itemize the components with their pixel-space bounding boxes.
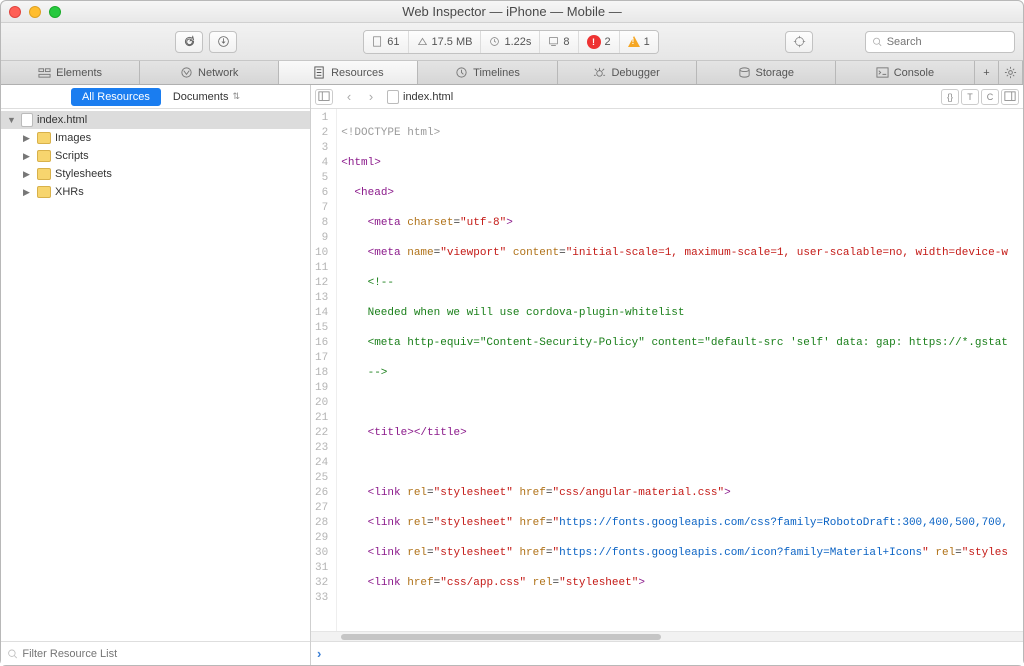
tree-item-scripts[interactable]: ▶Scripts (1, 147, 310, 165)
coverage-button[interactable]: C (981, 89, 999, 105)
search-field[interactable] (865, 31, 1015, 53)
disclosure-arrow-icon[interactable]: ▶ (23, 187, 33, 198)
warning-icon (628, 36, 640, 47)
folder-icon (37, 186, 51, 198)
zoom-icon[interactable] (49, 6, 61, 18)
toolbar: 61 17.5 MB 1.22s 8 !2 1 (1, 23, 1023, 61)
chevron-updown-icon: ⇅ (232, 91, 240, 102)
disclosure-arrow-icon[interactable]: ▶ (23, 133, 33, 144)
tab-debugger[interactable]: Debugger (558, 61, 697, 84)
forward-button[interactable]: › (361, 88, 381, 106)
details-sidebar-button[interactable] (1001, 89, 1019, 105)
resource-tree[interactable]: ▼index.html ▶Images ▶Scripts ▶Stylesheet… (1, 109, 310, 641)
filter-input[interactable] (22, 648, 304, 660)
source-code[interactable]: 1234567891011121314151617181920212223242… (311, 109, 1023, 631)
tree-item-xhrs[interactable]: ▶XHRs (1, 183, 310, 201)
search-input[interactable] (887, 36, 1008, 48)
horizontal-scrollbar[interactable] (311, 631, 1023, 641)
element-selection-button[interactable] (785, 31, 813, 53)
dashboard-stats: 61 17.5 MB 1.22s 8 !2 1 (363, 30, 659, 54)
search-icon (872, 36, 883, 48)
new-tab-button[interactable]: + (975, 61, 999, 84)
close-icon[interactable] (9, 6, 21, 18)
sidebar-scope-bar: All Resources Documents⇅ (1, 85, 310, 109)
error-icon: ! (587, 35, 601, 49)
main-panel: ‹ › index.html {} T C 123456789101112131… (311, 85, 1023, 665)
file-icon (387, 90, 399, 104)
line-gutter: 1234567891011121314151617181920212223242… (311, 109, 337, 631)
tree-item-images[interactable]: ▶Images (1, 129, 310, 147)
resource-count-stat[interactable]: 61 (364, 31, 408, 53)
sidebar-toggle-icon[interactable] (315, 89, 333, 105)
content: All Resources Documents⇅ ▼index.html ▶Im… (1, 85, 1023, 665)
tabs: Elements Network Resources Timelines Deb… (1, 61, 1023, 85)
folder-icon (37, 150, 51, 162)
tab-console[interactable]: Console (836, 61, 975, 84)
tab-timelines[interactable]: Timelines (418, 61, 557, 84)
folder-icon (37, 132, 51, 144)
tree-item-index[interactable]: ▼index.html (1, 111, 310, 129)
scope-documents[interactable]: Documents⇅ (173, 91, 240, 103)
error-stat[interactable]: !2 (579, 31, 620, 53)
tab-resources[interactable]: Resources (279, 61, 418, 84)
type-button[interactable]: T (961, 89, 979, 105)
filter-bar (1, 641, 310, 665)
inspector-window: Web Inspector — iPhone — Mobile — 61 17.… (0, 0, 1024, 666)
window-controls (9, 6, 61, 18)
disclosure-arrow-icon[interactable]: ▶ (23, 151, 33, 162)
filter-icon (7, 648, 18, 660)
tree-item-stylesheets[interactable]: ▶Stylesheets (1, 165, 310, 183)
reload-button[interactable] (175, 31, 203, 53)
disclosure-arrow-icon[interactable]: ▼ (7, 115, 17, 125)
scrollbar-thumb[interactable] (341, 634, 661, 640)
folder-icon (37, 168, 51, 180)
tab-storage[interactable]: Storage (697, 61, 836, 84)
settings-button[interactable] (999, 61, 1023, 84)
back-button[interactable]: ‹ (339, 88, 359, 106)
download-button[interactable] (209, 31, 237, 53)
scope-all-resources[interactable]: All Resources (71, 88, 161, 106)
log-stat[interactable]: 8 (540, 31, 578, 53)
time-stat[interactable]: 1.22s (481, 31, 540, 53)
breadcrumb[interactable]: index.html (387, 90, 453, 104)
pretty-print-button[interactable]: {} (941, 89, 959, 105)
sidebar: All Resources Documents⇅ ▼index.html ▶Im… (1, 85, 311, 665)
window-title: Web Inspector — iPhone — Mobile — (1, 4, 1023, 19)
titlebar: Web Inspector — iPhone — Mobile — (1, 1, 1023, 23)
disclosure-arrow-icon[interactable]: ▶ (23, 169, 33, 180)
console-prompt-icon: › (317, 646, 321, 661)
minimize-icon[interactable] (29, 6, 41, 18)
file-icon (21, 113, 33, 127)
gear-icon (1004, 66, 1017, 79)
tab-network[interactable]: Network (140, 61, 279, 84)
tab-elements[interactable]: Elements (1, 61, 140, 84)
code-content[interactable]: <!DOCTYPE html> <html> <head> <meta char… (337, 109, 1023, 631)
warning-stat[interactable]: 1 (620, 31, 658, 53)
path-bar: ‹ › index.html {} T C (311, 85, 1023, 109)
size-stat[interactable]: 17.5 MB (409, 31, 482, 53)
console-prompt-bar[interactable]: › (311, 641, 1023, 665)
